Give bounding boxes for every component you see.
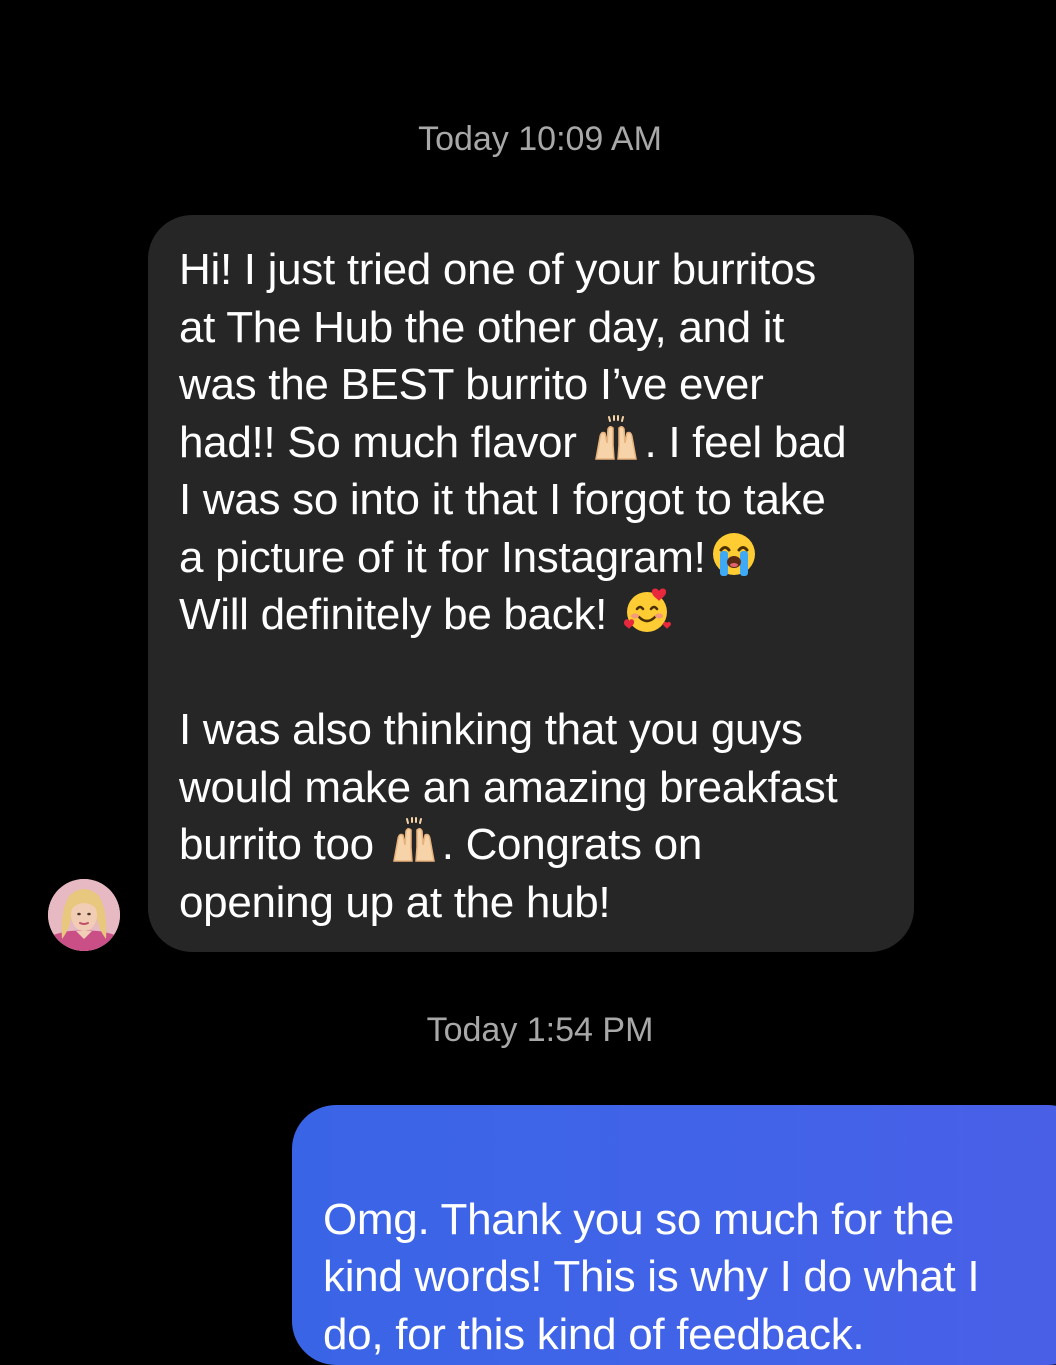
timestamp: Today 10:09 AM — [418, 120, 662, 158]
loudly-crying-face-emoji-icon — [708, 530, 760, 578]
raising-hands-emoji-icon — [590, 414, 642, 463]
sender-avatar[interactable] — [48, 879, 120, 951]
message-paragraph: I was also thinking that you guys would … — [179, 701, 884, 931]
timestamp: Today 1:54 PM — [426, 1011, 654, 1049]
outgoing-message-bubble[interactable]: Omg. Thank you so much for the kind word… — [292, 1105, 1056, 1365]
message-text: Omg. Thank you so much for the kind word… — [323, 1194, 980, 1359]
incoming-message-bubble[interactable]: Hi! I just tried one of your burritos at… — [148, 215, 914, 952]
message-paragraph: Hi! I just tried one of your burritos at… — [179, 241, 884, 644]
message-text: Will definitely be back! — [179, 590, 608, 639]
smiling-face-with-hearts-emoji-icon — [621, 587, 673, 635]
raising-hands-emoji-icon — [388, 817, 440, 865]
